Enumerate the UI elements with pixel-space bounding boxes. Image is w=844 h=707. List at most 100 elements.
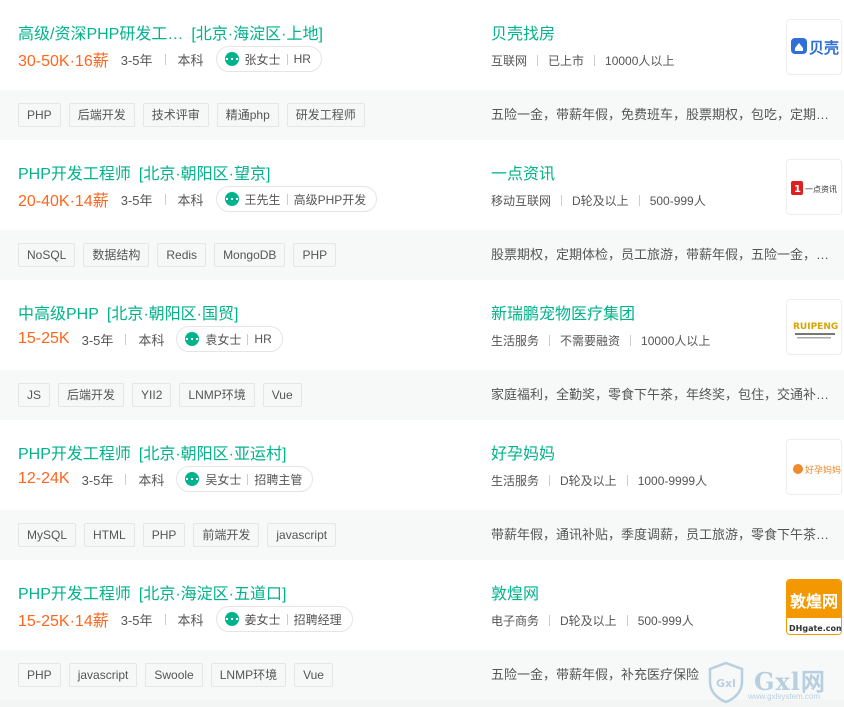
skill-tag[interactable]: 研发工程师 xyxy=(286,103,365,127)
job-card[interactable]: 中高级PHP [北京·朝阳区·国贸] 15-25K 3-5年 本科 袁女士 HR 新瑞… xyxy=(0,280,844,420)
company-meta: 电子商务 D轮及以上 500-999人 xyxy=(491,612,694,629)
company-name[interactable]: 一点资讯 xyxy=(491,160,555,184)
hr-role: HR xyxy=(254,332,272,346)
skill-tag[interactable]: 技术评审 xyxy=(142,103,209,127)
divider xyxy=(594,55,596,66)
company-name[interactable]: 贝壳找房 xyxy=(491,20,555,44)
skill-tag[interactable]: PHP xyxy=(18,103,61,127)
company-industry: 生活服务 xyxy=(491,334,540,348)
skill-tag[interactable]: JS xyxy=(18,383,51,407)
company-logo[interactable]: 敦煌网 DHgate.com xyxy=(786,579,842,635)
job-info-row: 20-40K·14薪 3-5年 本科 王先生 高级PHP开发 xyxy=(18,186,378,212)
job-card[interactable]: PHP开发工程师 [北京·朝阳区·望京] 20-40K·14薪 3-5年 本科 王先… xyxy=(0,140,844,280)
skill-tag[interactable]: 数据结构 xyxy=(83,243,150,267)
skill-tag[interactable]: 后端开发 xyxy=(58,383,125,407)
logo-text: 敦煌网 xyxy=(790,592,838,611)
skill-tag[interactable]: 精通php xyxy=(216,103,279,127)
hr-name: 姜女士 xyxy=(244,612,281,627)
skill-tag[interactable]: 前端开发 xyxy=(193,523,260,547)
job-card-primary: PHP开发工程师 [北京·朝阳区·亚运村] 12-24K 3-5年 本科 吴女士 招聘… xyxy=(0,420,844,510)
company-stage: D轮及以上 xyxy=(572,194,629,208)
experience: 3-5年 xyxy=(120,52,153,68)
skill-tag[interactable]: PHP xyxy=(18,663,61,687)
job-title[interactable]: 高级/资深PHP研发工… xyxy=(18,26,183,43)
chat-hr-button[interactable]: 王先生 高级PHP开发 xyxy=(215,186,378,212)
job-info-row: 15-25K·14薪 3-5年 本科 姜女士 招聘经理 xyxy=(18,606,353,632)
job-location: [北京·朝阳区·望京] xyxy=(138,166,271,183)
divider xyxy=(626,615,628,626)
job-title-link[interactable]: 高级/资深PHP研发工… [北京·海淀区·上地] xyxy=(18,20,323,44)
skill-tag[interactable]: LNMP环境 xyxy=(179,383,255,407)
skill-tag[interactable]: LNMP环境 xyxy=(210,663,287,687)
job-title-link[interactable]: 中高级PHP [北京·朝阳区·国贸] xyxy=(18,300,238,324)
job-title[interactable]: PHP开发工程师 xyxy=(18,586,131,603)
divider xyxy=(164,53,166,65)
skill-tag[interactable]: MongoDB xyxy=(214,243,286,267)
skill-tag[interactable]: YII2 xyxy=(132,383,172,407)
divider xyxy=(286,53,288,65)
salary: 12-24K xyxy=(18,470,70,487)
education: 本科 xyxy=(177,52,204,68)
skill-tag[interactable]: Vue xyxy=(262,383,302,407)
job-title-link[interactable]: PHP开发工程师 [北京·海淀区·五道口] xyxy=(18,580,286,604)
salary: 15-25K xyxy=(18,330,70,347)
company-logo[interactable]: RUIPENG xyxy=(786,299,842,355)
chat-hr-button[interactable]: 吴女士 招聘主管 xyxy=(176,466,314,492)
logo-text: 一点资讯 xyxy=(805,184,837,194)
job-card-secondary: NoSQL 数据结构 Redis MongoDB PHP 股票期权，定期体检，员… xyxy=(0,230,844,280)
divider xyxy=(125,473,127,485)
job-card[interactable]: PHP开发工程师 [北京·朝阳区·亚运村] 12-24K 3-5年 本科 吴女士 招聘… xyxy=(0,420,844,560)
job-requirements: 3-5年 本科 xyxy=(121,610,204,629)
company-name[interactable]: 敦煌网 xyxy=(491,580,539,604)
hr-name: 袁女士 xyxy=(205,332,242,347)
divider xyxy=(630,335,632,346)
logo-subtext: DHgate.com xyxy=(789,624,842,633)
skill-tag[interactable]: Redis xyxy=(157,243,207,267)
skill-tags: PHP javascript Swoole LNMP环境 Vue xyxy=(18,650,341,700)
job-location: [北京·海淀区·五道口] xyxy=(138,586,287,603)
job-card[interactable]: 高级/资深PHP研发工… [北京·海淀区·上地] 30-50K·16薪 3-5年 本… xyxy=(0,0,844,140)
job-location: [北京·朝阳区·国贸] xyxy=(106,306,239,323)
skill-tag[interactable]: PHP xyxy=(142,523,186,547)
skill-tag[interactable]: Vue xyxy=(294,663,333,687)
experience: 3-5年 xyxy=(81,472,114,488)
chat-icon xyxy=(185,472,200,486)
job-location: [北京·朝阳区·亚运村] xyxy=(138,446,287,463)
job-title[interactable]: PHP开发工程师 xyxy=(18,446,131,463)
divider xyxy=(561,195,563,206)
skill-tags: PHP 后端开发 技术评审 精通php 研发工程师 xyxy=(18,90,373,140)
skill-tag[interactable]: PHP xyxy=(293,243,337,267)
company-stage: 已上市 xyxy=(548,54,585,68)
company-size: 500-999人 xyxy=(637,614,694,628)
divider xyxy=(549,475,551,486)
salary: 15-25K·14薪 xyxy=(18,613,109,630)
salary: 30-50K·16薪 xyxy=(18,53,109,70)
job-card[interactable]: PHP开发工程师 [北京·海淀区·五道口] 15-25K·14薪 3-5年 本科 姜… xyxy=(0,560,844,700)
divider xyxy=(549,335,551,346)
company-logo[interactable]: 1 一点资讯 xyxy=(786,159,842,215)
skill-tag[interactable]: javascript xyxy=(68,663,138,687)
job-requirements: 3-5年 本科 xyxy=(82,330,165,349)
chat-hr-button[interactable]: 张女士 HR xyxy=(215,46,322,72)
job-title[interactable]: 中高级PHP xyxy=(18,306,99,323)
company-name[interactable]: 新瑞鹏宠物医疗集团 xyxy=(491,300,635,324)
logo-text: RUIPENG xyxy=(793,322,838,332)
chat-hr-button[interactable]: 袁女士 HR xyxy=(176,326,283,352)
company-name[interactable]: 好孕妈妈 xyxy=(491,440,555,464)
divider xyxy=(638,195,640,206)
company-logo[interactable]: 好孕妈妈 xyxy=(786,439,842,495)
logo-text: 好孕妈妈 xyxy=(805,464,841,476)
skill-tag[interactable]: javascript xyxy=(267,523,337,547)
job-title-link[interactable]: PHP开发工程师 [北京·朝阳区·望京] xyxy=(18,160,270,184)
skill-tag[interactable]: Swoole xyxy=(145,663,203,687)
job-title-link[interactable]: PHP开发工程师 [北京·朝阳区·亚运村] xyxy=(18,440,286,464)
job-info-row: 30-50K·16薪 3-5年 本科 张女士 HR xyxy=(18,46,322,72)
skill-tag[interactable]: HTML xyxy=(84,523,135,547)
job-title[interactable]: PHP开发工程师 xyxy=(18,166,131,183)
chat-hr-button[interactable]: 姜女士 招聘经理 xyxy=(215,606,353,632)
benefits: 家庭福利，全勤奖，零食下午茶，年终奖，包住，交通补… xyxy=(491,387,830,402)
skill-tag[interactable]: MySQL xyxy=(18,523,77,547)
skill-tag[interactable]: NoSQL xyxy=(18,243,76,267)
skill-tag[interactable]: 后端开发 xyxy=(68,103,135,127)
company-logo[interactable]: 贝壳 xyxy=(786,19,842,75)
